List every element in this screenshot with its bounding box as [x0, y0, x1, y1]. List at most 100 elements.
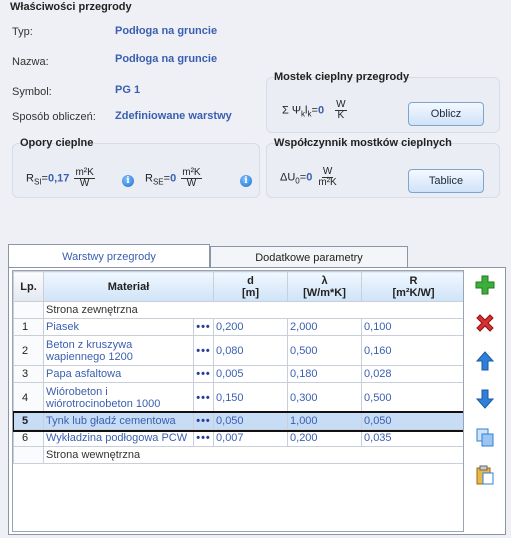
table-row-selected[interactable]: 5 Tynk lub gładź cementowa ••• 0,050 1,0… — [13, 410, 463, 432]
row-lp: 1 — [13, 318, 44, 336]
row-material[interactable]: Wióro­beton i wiórotrocinobeton 1000 — [43, 382, 194, 413]
row-r: 0,100 — [361, 318, 463, 336]
tablice-button[interactable]: Tablice — [408, 169, 484, 193]
rsi-unit-den: W — [79, 178, 90, 189]
row-lambda[interactable]: 0,180 — [287, 365, 363, 383]
row-browse-button[interactable]: ••• — [192, 412, 215, 430]
symbol-value: PG 1 — [115, 84, 141, 96]
row-lambda[interactable]: 2,000 — [287, 318, 363, 336]
rsi-value: 0,17 — [47, 172, 70, 185]
row-browse-button[interactable]: ••• — [192, 429, 215, 447]
row-d[interactable]: 0,150 — [213, 382, 289, 413]
nazwa-value: Podłoga na gruncie — [115, 53, 218, 65]
nazwa-label: Nazwa: — [12, 56, 49, 68]
row-lambda[interactable]: 0,200 — [287, 429, 363, 447]
rsi-unit: m²K W — [74, 168, 95, 189]
header-material[interactable]: Materiał — [42, 271, 215, 302]
table-row[interactable]: 3 Papa asfaltowa ••• 0,005 0,180 0,028 — [13, 365, 463, 383]
row-lp: 4 — [13, 382, 44, 413]
copy-icon[interactable] — [474, 426, 496, 448]
paste-icon[interactable] — [474, 464, 496, 486]
sposob-label: Sposób obliczeń: — [12, 111, 96, 123]
table-row[interactable]: 4 Wióro­beton i wiórotrocinobeton 1000 •… — [13, 382, 463, 413]
header-lambda-symbol: λ — [321, 274, 328, 287]
du-value: 0 — [306, 171, 313, 184]
tab-dodatkowe[interactable]: Dodatkowe parametry — [210, 246, 408, 268]
row-lambda[interactable]: 0,500 — [287, 335, 363, 366]
opory-title: Opory cieplne — [20, 137, 94, 149]
du-formula: ΔU0=0 Wm²K — [280, 167, 338, 188]
rse-unit-den: W — [186, 178, 197, 189]
row-browse-button[interactable]: ••• — [192, 318, 215, 336]
rsi-formula: RSI=0,17 m²K W — [26, 168, 95, 189]
mostek-title: Mostek cieplny przegrody — [274, 71, 410, 83]
wspolczynnik-title: Współczynnik mostków cieplnych — [274, 137, 452, 149]
sposob-value: Zdefiniowane warstwy — [115, 110, 232, 122]
row-browse-button[interactable]: ••• — [192, 365, 215, 383]
rse-unit: m²K W — [181, 168, 202, 189]
delete-icon[interactable] — [474, 312, 496, 334]
du-unit-den: m²K — [318, 177, 337, 188]
header-lp[interactable]: Lp. — [13, 271, 44, 302]
layers-table: Lp. Materiał d [m] λ [W/m*K] R [m²K/W] Stro… — [13, 271, 463, 464]
row-browse-button[interactable]: ••• — [192, 335, 215, 366]
row-r: 0,028 — [361, 365, 463, 383]
row-lambda[interactable]: 1,000 — [287, 412, 363, 430]
sum-symbol: Σ Ψ — [282, 104, 302, 117]
du-label: ΔU — [280, 171, 296, 184]
arrow-up-icon[interactable] — [474, 350, 496, 372]
row-d[interactable]: 0,007 — [213, 429, 289, 447]
typ-label: Typ: — [12, 26, 33, 38]
symbol-label: Symbol: — [12, 86, 52, 98]
row-material[interactable]: Piasek — [43, 318, 194, 336]
row-material[interactable]: Beton z kruszywa wapiennego 1200 — [43, 335, 194, 366]
rse-label: R — [145, 172, 153, 185]
row-d[interactable]: 0,050 — [213, 412, 289, 430]
oblicz-button[interactable]: Oblicz — [408, 102, 484, 126]
row-lp: 2 — [13, 335, 44, 366]
mostek-sum-formula: Σ Ψklk=0 WK — [282, 100, 347, 121]
layers-table-container: Lp. Materiał d [m] λ [W/m*K] R [m²K/W] Stro… — [12, 270, 464, 532]
row-lp: 3 — [13, 365, 44, 383]
header-r-symbol: R — [409, 274, 418, 287]
rse-formula: RSE=0 m²K W — [145, 168, 202, 189]
row-r: 0,500 — [361, 382, 463, 413]
row-r: 0,050 — [361, 412, 463, 430]
header-lambda[interactable]: λ [W/m*K] — [287, 271, 363, 302]
row-material[interactable]: Wykładzina podłogowa PCW — [43, 429, 194, 447]
section-title: Właściwości przegrody — [10, 1, 132, 13]
row-d[interactable]: 0,200 — [213, 318, 289, 336]
add-icon[interactable] — [474, 274, 496, 296]
header-r[interactable]: R [m²K/W] — [361, 271, 463, 302]
inner-side-row: Strona wewnętrzna — [42, 446, 463, 464]
row-lambda[interactable]: 0,300 — [287, 382, 363, 413]
row-d[interactable]: 0,080 — [213, 335, 289, 366]
row-d[interactable]: 0,005 — [213, 365, 289, 383]
table-row[interactable]: 1 Piasek ••• 0,200 2,000 0,100 — [13, 318, 463, 336]
header-d[interactable]: d [m] — [213, 271, 289, 302]
outer-side-row: Strona zewnętrzna — [42, 301, 463, 319]
header-lambda-unit: [W/m*K] — [303, 286, 346, 299]
mostek-sum-value: 0 — [317, 104, 325, 117]
row-r: 0,035 — [361, 429, 463, 447]
unit-den: K — [337, 110, 345, 121]
rse-value: 0 — [170, 172, 177, 185]
du-unit: Wm²K — [317, 167, 337, 188]
tab-warstwy[interactable]: Warstwy przegrody — [8, 244, 210, 268]
row-material[interactable]: Papa asfaltowa — [43, 365, 194, 383]
arrow-down-icon[interactable] — [474, 388, 496, 410]
rsi-label: R — [26, 172, 34, 185]
typ-value: Podłoga na gruncie — [115, 25, 218, 37]
rsi-info-icon[interactable]: i — [122, 175, 134, 187]
table-row[interactable]: 2 Beton z kruszywa wapiennego 1200 ••• 0… — [13, 335, 463, 366]
row-material[interactable]: Tynk lub gładź cementowa — [43, 412, 194, 430]
row-r: 0,160 — [361, 335, 463, 366]
header-r-unit: [m²K/W] — [392, 286, 435, 299]
rse-info-icon[interactable]: i — [240, 175, 252, 187]
header-d-unit: [m] — [241, 286, 260, 299]
row-lp: 6 — [13, 429, 44, 447]
row-lp: 5 — [13, 412, 44, 430]
mostek-unit: WK — [335, 100, 347, 121]
table-row[interactable]: 6 Wykładzina podłogowa PCW ••• 0,007 0,2… — [13, 429, 463, 447]
row-browse-button[interactable]: ••• — [192, 382, 215, 413]
